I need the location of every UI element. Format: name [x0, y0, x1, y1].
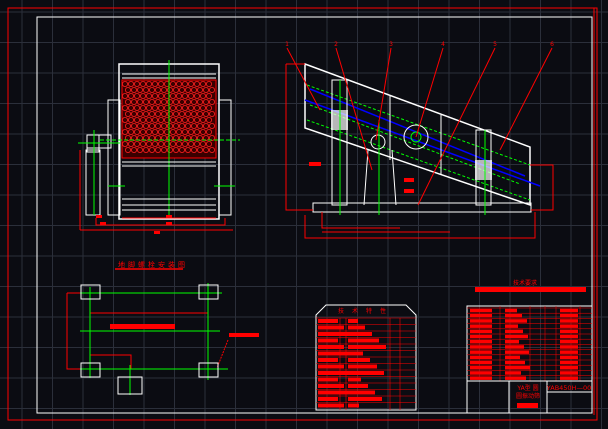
parts-row-name [470, 308, 492, 313]
end-view [78, 60, 240, 234]
spec-row-label [318, 351, 350, 356]
part-number-6: 6 [550, 41, 554, 48]
spec-row-value [348, 364, 377, 369]
parts-row-code [505, 360, 525, 365]
parts-row-code [505, 324, 518, 328]
parts-row-code [505, 366, 530, 370]
spec-row-value [348, 390, 375, 395]
spec-row-value [348, 358, 370, 362]
spec-row-value [348, 371, 384, 375]
technical-requirements: 技术要求 [475, 279, 586, 292]
technical-specification-table: 技术特性 [315, 304, 417, 411]
parts-row-code [505, 376, 526, 380]
parts-row-qty [560, 319, 578, 323]
parts-row-name [470, 360, 492, 365]
parts-list-and-title-block: YA型 圆 圆振动筛 YAB450H—00 [466, 305, 593, 414]
spec-row-label [318, 332, 350, 336]
parts-row-code [505, 319, 527, 323]
parts-row-qty [560, 345, 578, 349]
part-number-5: 5 [493, 41, 497, 48]
spec-row-label [318, 338, 338, 343]
foundation-bolt-plan: 地脚螺栓安装图 [66, 260, 259, 395]
parts-row-qty [560, 314, 578, 318]
parts-row-name [470, 319, 492, 323]
spec-row-value [348, 345, 386, 349]
part-number-2: 2 [334, 41, 338, 48]
parts-row-code [505, 329, 523, 334]
parts-row-name [470, 376, 492, 380]
parts-row-qty [560, 334, 578, 339]
tech-req-title: 技术要求 [513, 279, 537, 287]
cad-drawing-canvas[interactable]: 1 2 3 4 5 6 地脚螺栓安装图 技术特性 技术要求 YA型 圆 圆振动筛… [0, 0, 608, 429]
spec-row-value [348, 319, 358, 323]
dimension-note-bar [110, 324, 175, 329]
right-spring-support [218, 99, 232, 216]
motor-pulley [370, 134, 386, 150]
tech-spec-title: 技术特性 [338, 307, 394, 315]
spec-row-value [348, 403, 359, 408]
drawing-number: YAB450H—00 [546, 384, 591, 392]
parts-row-code [505, 308, 517, 313]
spec-row-value [348, 377, 361, 382]
spec-row-value [348, 397, 382, 401]
parts-row-qty [560, 355, 578, 360]
product-name-line2: 圆振动筛 [516, 392, 540, 400]
parts-row-name [470, 355, 492, 360]
parts-row-code [505, 340, 519, 344]
spec-row-value [348, 338, 379, 343]
base-frame [312, 202, 532, 213]
parts-row-qty [560, 350, 578, 354]
parts-row-qty [560, 340, 578, 344]
spec-row-label [318, 390, 350, 395]
spec-row-label [318, 319, 338, 323]
parts-row-name [470, 329, 492, 334]
parts-row-code [505, 350, 529, 354]
parts-row-name [470, 371, 492, 375]
parts-row-name [470, 345, 492, 349]
parts-row-name [470, 324, 492, 328]
cad-drawing: 1 2 3 4 5 6 地脚螺栓安装图 技术特性 技术要求 YA型 圆 圆振动筛… [0, 0, 608, 429]
parts-row-name [470, 334, 492, 339]
parts-row-qty [560, 324, 578, 328]
parts-row-code [505, 314, 522, 318]
parts-row-code [505, 355, 520, 360]
parts-row-qty [560, 371, 578, 375]
part-number-1: 1 [285, 41, 289, 48]
parts-row-qty [560, 308, 578, 313]
parts-row-name [470, 340, 492, 344]
spec-row-value [348, 384, 368, 388]
spec-row-label [318, 397, 338, 401]
spec-row-value [348, 351, 363, 356]
parts-row-qty [560, 360, 578, 365]
parts-row-name [470, 366, 492, 370]
spec-row-value [348, 325, 365, 330]
parts-row-qty [560, 376, 578, 380]
parts-row-qty [560, 366, 578, 370]
parts-row-name [470, 350, 492, 354]
product-name-line1: YA型 圆 [516, 384, 538, 392]
spec-row-label [318, 371, 350, 375]
part-number-4: 4 [441, 41, 445, 48]
part-number-3: 3 [389, 41, 393, 48]
spec-row-value [348, 332, 372, 336]
spec-row-label [318, 377, 338, 382]
side-view: 1 2 3 4 5 6 [285, 41, 554, 239]
parts-row-name [470, 314, 492, 318]
foundation-title: 地脚螺栓安装图 [118, 260, 188, 269]
parts-row-qty [560, 329, 578, 334]
parts-row-code [505, 334, 528, 339]
motor [85, 149, 101, 216]
spec-row-label [318, 358, 338, 362]
parts-row-code [505, 345, 524, 349]
parts-row-code [505, 371, 521, 375]
